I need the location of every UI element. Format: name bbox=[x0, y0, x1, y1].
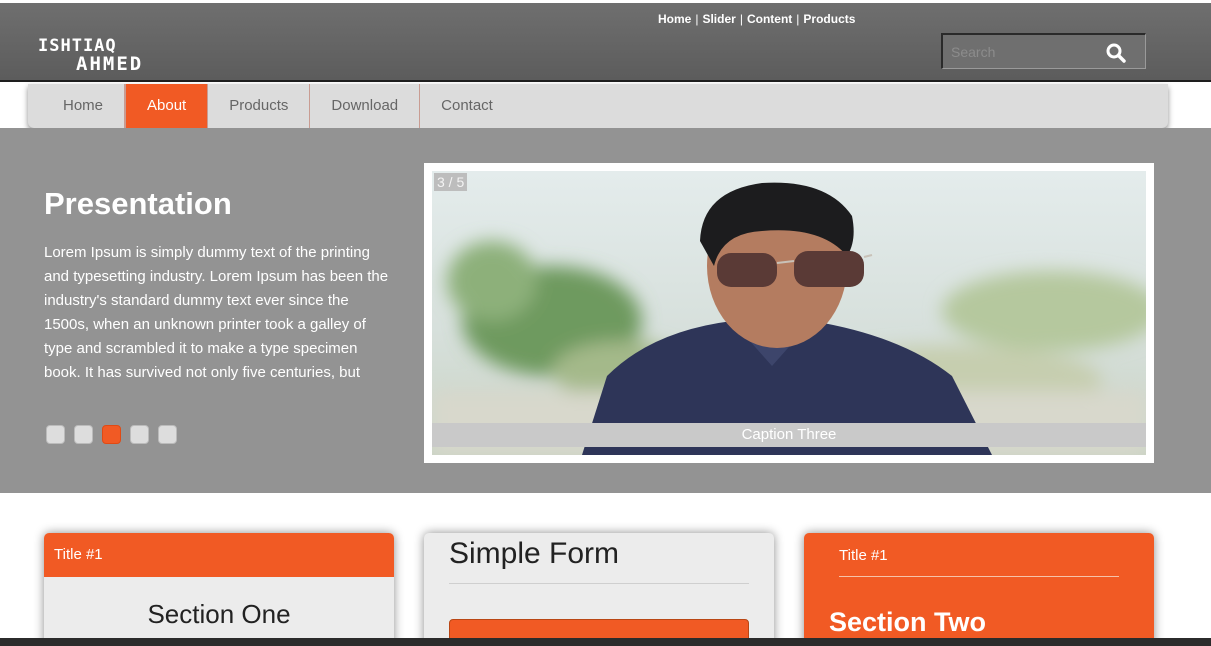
slide-image[interactable]: 3 / 5 Caption Three bbox=[432, 171, 1146, 455]
section-one-card: Title #1 Section One bbox=[44, 533, 394, 646]
simple-form-card: Simple Form bbox=[424, 533, 774, 646]
slider-dot-3[interactable] bbox=[102, 425, 121, 444]
section-two-card: Title #1 Section Two bbox=[804, 533, 1154, 646]
logo-line-2: AHMED bbox=[76, 53, 144, 75]
site-logo[interactable]: ISHTIAQ AHMED bbox=[38, 37, 144, 75]
nav-item-home[interactable]: Home bbox=[42, 84, 126, 128]
slider-dot-1[interactable] bbox=[46, 425, 65, 444]
nav-item-contact[interactable]: Contact bbox=[420, 84, 514, 128]
slide-caption: Caption Three bbox=[432, 423, 1146, 447]
card-title: Simple Form bbox=[449, 537, 620, 570]
main-nav: Home About Products Download Contact bbox=[28, 84, 1168, 128]
card-title: Section Two bbox=[829, 607, 987, 637]
nav-item-products[interactable]: Products bbox=[208, 84, 311, 128]
slide-counter: 3 / 5 bbox=[434, 173, 468, 191]
search-icon[interactable] bbox=[1105, 42, 1127, 64]
slider-dots bbox=[46, 425, 177, 444]
hero-section: Presentation Lorem Ipsum is simply dummy… bbox=[0, 128, 1211, 493]
slider-dot-5[interactable] bbox=[158, 425, 177, 444]
search-input[interactable] bbox=[951, 41, 1101, 63]
hero-body: Lorem Ipsum is simply dummy text of the … bbox=[44, 244, 389, 381]
card-title: Section One bbox=[147, 599, 291, 629]
site-header: ISHTIAQ AHMED Home | Slider | Content | Produc… bbox=[0, 0, 1211, 82]
top-link-content[interactable]: Content bbox=[747, 12, 792, 26]
nav-item-download[interactable]: Download bbox=[310, 84, 421, 128]
top-links: Home | Slider | Content | Products bbox=[658, 12, 855, 26]
top-link-home[interactable]: Home bbox=[658, 12, 691, 26]
nav-item-about[interactable]: About bbox=[125, 84, 209, 128]
card-header: Title #1 bbox=[44, 533, 394, 577]
taskbar-strip bbox=[0, 638, 1211, 646]
divider: | bbox=[796, 12, 800, 26]
slider-dot-2[interactable] bbox=[74, 425, 93, 444]
search-box bbox=[941, 33, 1146, 69]
divider: | bbox=[695, 12, 699, 26]
divider bbox=[839, 576, 1119, 577]
top-link-slider[interactable]: Slider bbox=[702, 12, 735, 26]
card-header: Title #1 bbox=[839, 547, 888, 564]
slider-dot-4[interactable] bbox=[130, 425, 149, 444]
portrait-photo bbox=[432, 171, 1146, 455]
hero-title: Presentation bbox=[44, 186, 232, 221]
image-slider: 3 / 5 Caption Three bbox=[424, 163, 1154, 463]
divider bbox=[449, 583, 749, 584]
divider: | bbox=[739, 12, 743, 26]
top-link-products[interactable]: Products bbox=[803, 12, 855, 26]
